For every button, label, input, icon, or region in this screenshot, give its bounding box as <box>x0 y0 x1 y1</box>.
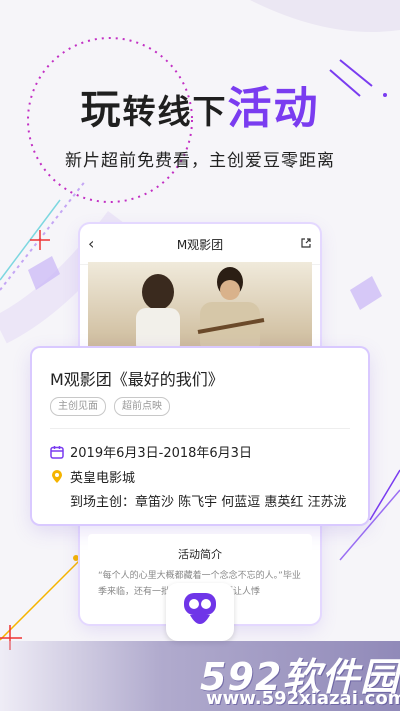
intro-title: 活动简介 <box>178 548 222 561</box>
calendar-icon <box>50 446 64 459</box>
event-date-row: 2019年6月3日-2018年6月3日 <box>50 442 252 461</box>
phone-title: M观影团 <box>176 238 224 252</box>
tag-meet-cast: 主创见面 <box>50 397 106 416</box>
phone-topbar: ‹ M观影团 <box>80 224 320 265</box>
headline-accent: 活动 <box>227 83 320 134</box>
event-date: 2019年6月3日-2018年6月3日 <box>70 446 252 461</box>
card-divider <box>50 428 350 429</box>
event-title: M观影团《最好的我们》 <box>50 370 224 389</box>
headline-part3: 线下 <box>157 92 228 131</box>
event-location: 英皇电影城 <box>70 471 136 486</box>
app-logo-icon <box>166 583 234 641</box>
tag-preview-screening: 超前点映 <box>114 397 170 416</box>
headline: 玩转线下活动 <box>0 72 400 136</box>
watermark-url: www.592xiazai.com <box>206 688 400 709</box>
share-icon[interactable] <box>300 237 312 249</box>
headline-part1: 玩 <box>80 87 123 133</box>
event-photo <box>88 262 312 354</box>
location-pin-icon <box>52 470 62 483</box>
headline-part2: 转 <box>122 92 158 131</box>
event-guests: 到场主创：章笛沙 陈飞宇 何蓝逗 惠英红 汪苏泷 <box>70 495 347 510</box>
event-card[interactable]: M观影团《最好的我们》 主创见面 超前点映 2019年6月3日-2018年6月3… <box>32 348 368 524</box>
subheadline: 新片超前免费看，主创爱豆零距离 <box>65 151 335 171</box>
event-location-row: 英皇电影城 <box>50 467 135 486</box>
